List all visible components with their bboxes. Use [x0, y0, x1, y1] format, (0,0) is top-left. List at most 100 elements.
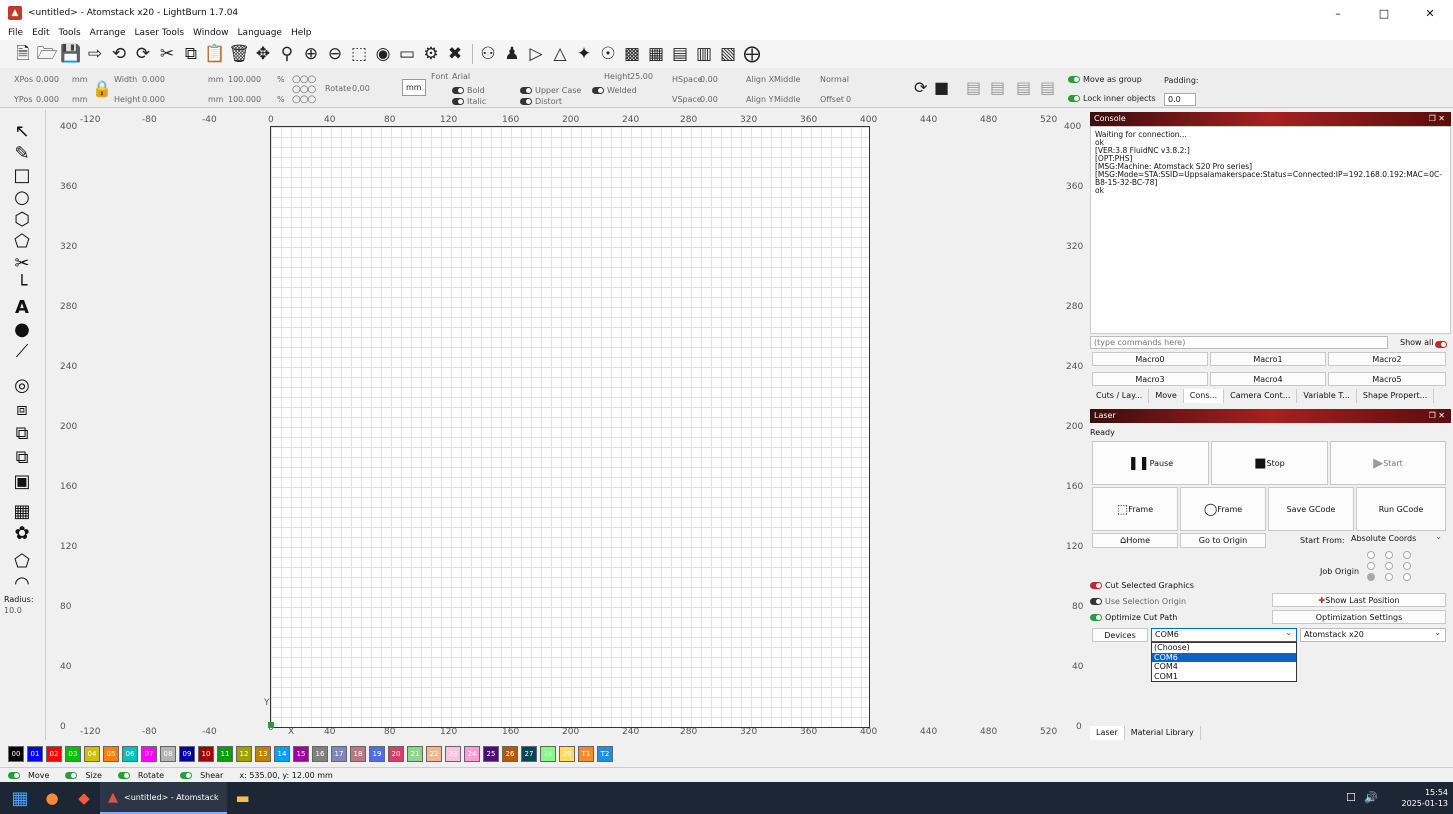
move-icon[interactable]: ✥ — [252, 43, 274, 65]
color-swatch[interactable]: 06 — [122, 746, 138, 762]
upper-case-toggle[interactable] — [520, 87, 532, 94]
tab-variable-text[interactable]: Variable T... — [1297, 389, 1357, 403]
optimization-settings-button[interactable]: Optimization Settings — [1272, 610, 1446, 624]
pentagon-icon[interactable]: ⬠ — [10, 230, 34, 252]
paste-icon[interactable]: 📋 — [204, 43, 226, 65]
align-bottom-icon[interactable]: ▤ — [1040, 78, 1055, 97]
dock-icon[interactable]: ▥ — [693, 43, 715, 65]
polygon-icon[interactable]: ⬡ — [10, 208, 34, 230]
distribute-icon[interactable]: ▦ — [645, 43, 667, 65]
menu-arrange[interactable]: Arrange — [90, 28, 126, 38]
weld-icon[interactable]: ✦ — [573, 43, 595, 65]
windows-start-icon[interactable]: ▦ — [4, 782, 36, 814]
font-value[interactable]: Arial — [452, 72, 470, 81]
show-all-toggle[interactable] — [1435, 341, 1447, 348]
color-swatch[interactable]: 15 — [293, 746, 309, 762]
pen-icon[interactable]: ✎ — [10, 142, 34, 164]
tab-shape-properties[interactable]: Shape Propert... — [1357, 389, 1435, 403]
color-swatch[interactable]: 19 — [369, 746, 385, 762]
mirror-icon[interactable]: △ — [549, 43, 571, 65]
zoom-icon[interactable]: ⚲ — [276, 43, 298, 65]
height-value[interactable]: 0.000 — [142, 95, 165, 104]
console-command-input[interactable] — [1090, 336, 1388, 349]
color-swatch[interactable]: 09 — [179, 746, 195, 762]
copy-icon[interactable]: ⧉ — [180, 43, 202, 65]
circular-array-icon[interactable]: ✿ — [10, 522, 34, 544]
workspace-grid[interactable] — [270, 126, 870, 728]
start-from-select[interactable]: Absolute Coords — [1348, 531, 1446, 547]
text-mode-select[interactable]: Normal — [820, 75, 849, 84]
maximize-button[interactable]: □ — [1361, 0, 1407, 26]
array-grid-icon[interactable]: ▦ — [10, 500, 34, 522]
menu-window[interactable]: Window — [193, 28, 229, 38]
arrange-icon[interactable]: ▤ — [669, 43, 691, 65]
tab-laser[interactable]: Laser — [1090, 726, 1125, 740]
welded-toggle[interactable] — [592, 87, 604, 94]
tab-move[interactable]: Move — [1149, 389, 1184, 403]
tab-material-library[interactable]: Material Library — [1125, 726, 1201, 740]
color-swatch[interactable]: 24 — [464, 746, 480, 762]
cut-icon[interactable]: ✂ — [156, 43, 178, 65]
boolean-exclude-icon[interactable]: ▣ — [10, 470, 34, 492]
lock-inner-toggle[interactable] — [1068, 95, 1080, 102]
measure-icon[interactable]: ⟋ — [10, 340, 34, 362]
color-swatch[interactable]: 04 — [84, 746, 100, 762]
macro0-button[interactable]: Macro0 — [1092, 352, 1208, 366]
pause-button[interactable]: ❚❚ Pause — [1092, 441, 1209, 485]
radius-input[interactable]: 10.0 — [4, 606, 22, 615]
lock-icon[interactable]: 🔒 — [92, 79, 112, 98]
port-select[interactable]: COM6 — [1151, 627, 1297, 642]
color-swatch[interactable]: 27 — [521, 746, 537, 762]
firefox-icon[interactable]: ● — [36, 782, 68, 814]
optimize-toggle[interactable] — [1090, 614, 1102, 621]
xpos-value[interactable]: 0.000 — [36, 75, 59, 84]
tab-cuts-layers[interactable]: Cuts / Lay... — [1090, 389, 1150, 403]
macro1-button[interactable]: Macro1 — [1210, 352, 1326, 366]
frame-rect-button[interactable]: ⬚ Frame — [1092, 487, 1178, 531]
port-option[interactable]: (Choose) — [1152, 643, 1296, 653]
color-swatch[interactable]: T2 — [597, 746, 613, 762]
target-icon[interactable]: ☉ — [597, 43, 619, 65]
menu-language[interactable]: Language — [238, 28, 282, 38]
export-icon[interactable]: ⇨ — [84, 43, 106, 65]
scale-height[interactable]: 100.000 — [228, 95, 261, 104]
camera-icon[interactable]: ◉ — [372, 43, 394, 65]
device-select[interactable]: Atomstack x20 — [1300, 627, 1446, 642]
clock-time[interactable]: 15:54 — [1408, 788, 1448, 797]
text-icon[interactable]: A — [10, 296, 34, 318]
boolean-union-icon[interactable]: ⧈ — [10, 398, 34, 420]
boolean-intersect-icon[interactable]: ⧉ — [10, 446, 34, 468]
color-swatch[interactable]: 16 — [312, 746, 328, 762]
macro4-button[interactable]: Macro4 — [1210, 372, 1326, 386]
frame-circle-button[interactable]: ◯ Frame — [1180, 487, 1266, 531]
zoom-out-icon[interactable]: ⊖ — [324, 43, 346, 65]
color-swatch[interactable]: 21 — [407, 746, 423, 762]
color-swatch[interactable]: 03 — [65, 746, 81, 762]
port-option-selected[interactable]: COM6 — [1152, 652, 1296, 662]
run-gcode-button[interactable]: Run GCode — [1356, 487, 1446, 531]
menu-help[interactable]: Help — [291, 28, 312, 38]
volume-icon[interactable]: 🔊 — [1364, 791, 1378, 804]
size-toggle[interactable] — [65, 771, 78, 779]
move-group-toggle[interactable] — [1068, 76, 1080, 83]
port-option[interactable]: COM1 — [1152, 672, 1296, 682]
zoom-selection-icon[interactable]: ⬚ — [348, 43, 370, 65]
position-pin-icon[interactable]: ● — [10, 318, 34, 340]
color-swatch[interactable]: 01 — [27, 746, 43, 762]
color-swatch[interactable]: 14 — [274, 746, 290, 762]
user-icon[interactable]: ♟ — [501, 43, 523, 65]
width-value[interactable]: 0.000 — [142, 75, 165, 84]
network-icon[interactable]: ☐ — [1346, 791, 1356, 804]
align-right-icon[interactable]: ▤ — [990, 78, 1005, 97]
align-top-icon[interactable]: ▤ — [1016, 78, 1031, 97]
bracket-icon[interactable]: └ — [10, 274, 34, 296]
save-icon[interactable]: 💾 — [60, 43, 82, 65]
color-swatch[interactable]: 28 — [540, 746, 556, 762]
color-swatch[interactable]: 22 — [426, 746, 442, 762]
color-swatch[interactable]: 25 — [483, 746, 499, 762]
bold-toggle[interactable] — [452, 87, 464, 94]
center-icon[interactable]: ⨁ — [741, 43, 763, 65]
color-swatch[interactable]: 08 — [160, 746, 176, 762]
hspace-value[interactable]: 0.00 — [700, 75, 718, 84]
taskbar-lightburn[interactable]: ▲ <untitled> - Atomstack — [100, 782, 227, 814]
